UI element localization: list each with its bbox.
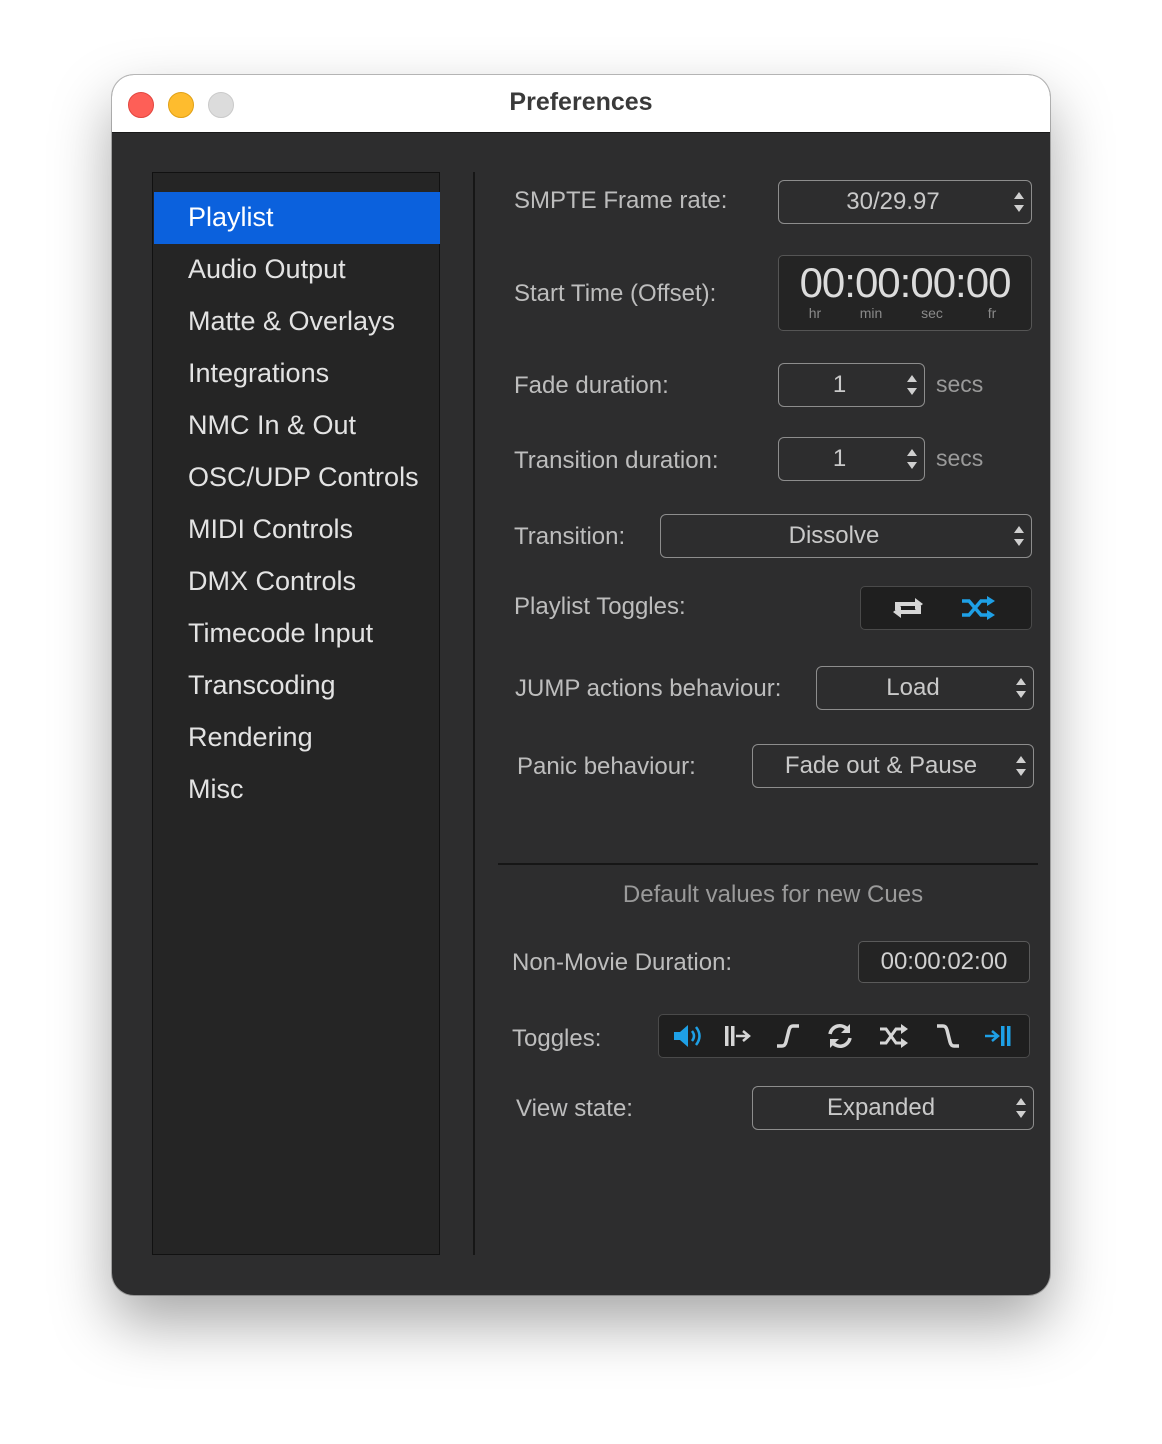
popup-arrows-icon <box>1016 1098 1026 1118</box>
start-time-timecode-field[interactable]: 00:00:00:00 hr min sec fr <box>778 255 1032 331</box>
view-state-value: Expanded <box>826 1094 936 1121</box>
sec-unit-label: sec <box>921 305 943 321</box>
default-values-heading: Default values for new Cues <box>622 881 924 908</box>
cue-toggles-group <box>658 1014 1030 1058</box>
window-title: Preferences <box>509 88 653 116</box>
stepper-arrows-icon[interactable] <box>906 374 918 396</box>
transition-duration-value: 1 <box>832 445 847 472</box>
skip-to-end-icon <box>985 1026 1011 1046</box>
sidebar-item-playlist[interactable]: Playlist <box>154 192 440 244</box>
play-next-icon <box>725 1026 751 1046</box>
fade-in-icon <box>777 1024 799 1048</box>
playlist-toggles-group <box>860 586 1032 630</box>
panic-behaviour-value: Fade out & Pause <box>784 752 978 779</box>
fade-in-toggle[interactable] <box>763 1015 813 1057</box>
transition-popup[interactable]: Dissolve <box>660 514 1032 558</box>
sidebar-item-misc[interactable]: Misc <box>154 764 440 816</box>
sidebar-item-timecode-input[interactable]: Timecode Input <box>154 608 440 660</box>
sidebar-item-rendering[interactable]: Rendering <box>154 712 440 764</box>
audio-toggle[interactable] <box>663 1015 713 1057</box>
transition-label: Transition: <box>514 523 626 550</box>
speaker-icon <box>674 1025 701 1047</box>
view-state-label: View state: <box>516 1095 633 1122</box>
non-movie-duration-field[interactable]: 00:00:02:00 <box>858 941 1030 983</box>
popup-arrows-icon <box>1014 192 1024 212</box>
transition-value: Dissolve <box>788 522 880 549</box>
fade-duration-label: Fade duration: <box>514 372 669 399</box>
fade-duration-stepper[interactable]: 1 <box>778 363 925 407</box>
title-bar: Preferences <box>112 75 1050 133</box>
stepper-arrows-icon[interactable] <box>906 448 918 470</box>
popup-arrows-icon <box>1016 678 1026 698</box>
smpte-frame-rate-popup[interactable]: 30/29.97 <box>778 180 1032 224</box>
transition-duration-stepper[interactable]: 1 <box>778 437 925 481</box>
sidebar-item-osc-udp-controls[interactable]: OSC/UDP Controls <box>154 452 440 504</box>
start-time-label: Start Time (Offset): <box>514 280 717 307</box>
fade-duration-value: 1 <box>832 371 847 398</box>
loop-icon <box>828 1024 852 1048</box>
shuffle-cue-toggle[interactable] <box>869 1015 919 1057</box>
repeat-toggle[interactable] <box>883 587 933 629</box>
non-movie-duration-label: Non-Movie Duration: <box>512 949 733 976</box>
transition-duration-label: Transition duration: <box>514 447 719 474</box>
play-next-toggle[interactable] <box>713 1015 763 1057</box>
loop-toggle[interactable] <box>815 1015 865 1057</box>
sidebar-item-matte-overlays[interactable]: Matte & Overlays <box>154 296 440 348</box>
smpte-frame-rate-value: 30/29.97 <box>846 188 940 215</box>
playlist-toggles-label: Playlist Toggles: <box>514 593 686 620</box>
cue-toggles-label: Toggles: <box>512 1025 602 1052</box>
sidebar-item-transcoding[interactable]: Transcoding <box>154 660 440 712</box>
shuffle-icon <box>962 596 995 620</box>
vertical-divider <box>473 172 475 1255</box>
fade-out-toggle[interactable] <box>923 1015 973 1057</box>
jump-actions-value: Load <box>886 674 940 701</box>
popup-arrows-icon <box>1014 526 1024 546</box>
section-divider <box>498 863 1038 865</box>
sidebar-item-midi-controls[interactable]: MIDI Controls <box>154 504 440 556</box>
sidebar-item-nmc-in-out[interactable]: NMC In & Out <box>154 400 440 452</box>
view-state-popup[interactable]: Expanded <box>752 1086 1034 1130</box>
min-unit-label: min <box>859 305 883 321</box>
smpte-frame-rate-label: SMPTE Frame rate: <box>514 187 728 214</box>
repeat-icon <box>893 598 923 618</box>
fr-unit-label: fr <box>987 305 997 321</box>
sidebar-item-integrations[interactable]: Integrations <box>154 348 440 400</box>
shuffle-icon <box>880 1024 908 1048</box>
jump-actions-label: JUMP actions behaviour: <box>515 675 782 702</box>
preferences-sidebar: Playlist Audio Output Matte & Overlays I… <box>152 172 440 1255</box>
panic-behaviour-popup[interactable]: Fade out & Pause <box>752 744 1034 788</box>
panic-behaviour-label: Panic behaviour: <box>517 753 696 780</box>
preferences-window: Preferences Playlist Audio Output Matte … <box>112 75 1050 1295</box>
skip-to-end-toggle[interactable] <box>973 1015 1023 1057</box>
sidebar-item-audio-output[interactable]: Audio Output <box>154 244 440 296</box>
jump-actions-popup[interactable]: Load <box>816 666 1034 710</box>
fade-out-icon <box>937 1024 959 1048</box>
start-time-value: 00:00:00:00 <box>799 259 1012 306</box>
transition-duration-unit: secs <box>936 445 984 471</box>
sidebar-item-dmx-controls[interactable]: DMX Controls <box>154 556 440 608</box>
hr-unit-label: hr <box>808 305 822 321</box>
fade-duration-unit: secs <box>936 371 984 397</box>
shuffle-toggle[interactable] <box>953 587 1003 629</box>
popup-arrows-icon <box>1016 756 1026 776</box>
